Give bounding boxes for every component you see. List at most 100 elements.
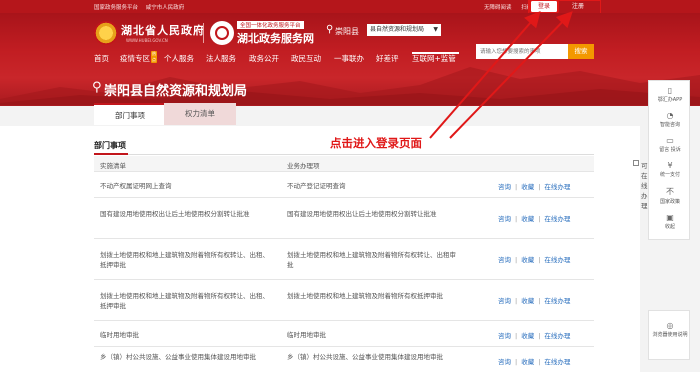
national-policy-label: 国家政策 bbox=[659, 199, 680, 205]
table-row: 不动产权属证明网上查询 不动产登记证明查询 咨询 | 收藏 | 在线办理 bbox=[94, 173, 594, 198]
online-handle-link[interactable]: 在线办理 bbox=[544, 183, 570, 191]
smart-consult-button[interactable]: ◔ 智能咨询 bbox=[649, 111, 691, 128]
browser-guide-label: 浏览器使用说明 bbox=[652, 332, 688, 338]
nav-rating[interactable]: 好差评 bbox=[376, 53, 399, 64]
row-business: 临时用地审批 bbox=[287, 331, 326, 339]
row-actions: 咨询 | 收藏 | 在线办理 bbox=[498, 332, 571, 340]
online-handle-link[interactable]: 在线办理 bbox=[544, 358, 570, 366]
consult-link[interactable]: 咨询 bbox=[498, 256, 511, 264]
policy-icon: 不 bbox=[666, 187, 674, 196]
message-complaint-button[interactable]: ▭ 留言 投诉 bbox=[649, 136, 691, 153]
favorite-link[interactable]: 收藏 bbox=[521, 358, 534, 366]
search-button[interactable]: 搜索 bbox=[568, 44, 594, 59]
table-row: 临时用地审批 临时用地审批 咨询 | 收藏 | 在线办理 bbox=[94, 322, 594, 347]
app-download-button[interactable]: ▯ 鄂汇办APP bbox=[649, 86, 691, 103]
page-title: 崇阳县自然资源和规划局 bbox=[104, 84, 248, 99]
browser-guide-button[interactable]: ◎ 浏览器使用说明 bbox=[649, 321, 691, 338]
phone-icon: ▯ bbox=[667, 86, 673, 95]
row-business: 划拨土地使用权和地上建筑物及附着物所有权抵押审批 bbox=[287, 292, 443, 300]
nav-home[interactable]: 首页 bbox=[94, 53, 109, 64]
smart-consult-label: 智能咨询 bbox=[659, 122, 680, 128]
table-row: 乡（镇）村公共设施、公益事业使用集体建设用地审批 乡（镇）村公共设施、公益事业使… bbox=[94, 348, 594, 372]
hubei-service-title[interactable]: 湖北政务服务网 bbox=[237, 30, 314, 46]
row-implementation: 乡（镇）村公共设施、公益事业使用集体建设用地审批 bbox=[100, 353, 256, 361]
nav-personal[interactable]: 个人服务 bbox=[164, 53, 194, 64]
link-xianning-gov[interactable]: 咸宁市人民政府 bbox=[146, 5, 185, 11]
header-divider bbox=[203, 23, 204, 43]
col-business-item: 业务办理项 bbox=[287, 162, 320, 170]
app-download-label: 鄂汇办APP bbox=[657, 97, 683, 103]
row-business: 乡（镇）村公共设施、公益事业使用集体建设用地审批 bbox=[287, 353, 443, 361]
message-complaint-label: 留言 投诉 bbox=[659, 147, 681, 153]
row-implementation: 划拨土地使用权和地上建筑物及附着物所有权转让、出租、抵押审批 bbox=[100, 251, 269, 269]
favorite-link[interactable]: 收藏 bbox=[521, 183, 534, 191]
site2-tagline: 全国一体化政务服务平台 bbox=[237, 21, 304, 29]
headset-icon: ◔ bbox=[666, 111, 674, 120]
online-handle-link[interactable]: 在线办理 bbox=[544, 256, 570, 264]
national-emblem-icon bbox=[94, 21, 118, 45]
link-national-platform[interactable]: 国家政务服务平台 bbox=[94, 5, 138, 11]
search-input[interactable] bbox=[476, 44, 568, 59]
department-select-value: 县自然资源和规划局 bbox=[370, 26, 425, 33]
row-actions: 咨询 | 收藏 | 在线办理 bbox=[498, 358, 571, 366]
row-implementation: 划拨土地使用权和地上建筑物及附着物所有权转让、出租、抵押审批 bbox=[100, 292, 269, 310]
unified-payment-label: 统一支付 bbox=[659, 172, 680, 178]
consult-link[interactable]: 咨询 bbox=[498, 358, 511, 366]
online-handle-link[interactable]: 在线办理 bbox=[544, 297, 570, 305]
nav-one-stop[interactable]: 一事联办 bbox=[334, 53, 364, 64]
online-handle-link[interactable]: 在线办理 bbox=[544, 332, 570, 340]
row-implementation: 临时用地审批 bbox=[100, 331, 139, 339]
nav-interaction[interactable]: 政民互动 bbox=[291, 53, 321, 64]
county-name[interactable]: 崇阳县 bbox=[335, 26, 359, 37]
consult-link[interactable]: 咨询 bbox=[498, 183, 511, 191]
location-pin-icon: ⚲ bbox=[92, 80, 102, 95]
consult-link[interactable]: 咨询 bbox=[498, 215, 511, 223]
consult-link[interactable]: 咨询 bbox=[498, 332, 511, 340]
row-business: 划拨土地使用权和地上建筑物及附着物所有权转让、出租审批 bbox=[287, 251, 456, 269]
national-policy-button[interactable]: 不 国家政策 bbox=[649, 186, 691, 205]
main-content: 部门事项 点击进入登录页面 实施清单 业务办理项 可在线办理 不动产权属证明网上… bbox=[0, 126, 648, 372]
row-actions: 咨询 | 收藏 | 在线办理 bbox=[498, 256, 571, 264]
nav-corporate[interactable]: 法人服务 bbox=[206, 53, 236, 64]
row-implementation: 国有建设用地使用权出让后土地使用权分割转让批准 bbox=[100, 210, 250, 218]
favorite-link[interactable]: 收藏 bbox=[521, 297, 534, 305]
nav-supervision[interactable]: 互联网+监管 bbox=[412, 53, 456, 64]
unified-payment-button[interactable]: ¥ 统一支付 bbox=[649, 161, 691, 178]
department-select[interactable]: 县自然资源和规划局 ▼ bbox=[367, 24, 441, 36]
row-business: 国有建设用地使用权出让后土地使用权分割转让批准 bbox=[287, 210, 437, 218]
row-actions: 咨询 | 收藏 | 在线办理 bbox=[498, 183, 571, 191]
favorite-link[interactable]: 收藏 bbox=[521, 215, 534, 223]
nav-gov-open[interactable]: 政务公开 bbox=[249, 53, 279, 64]
consult-link[interactable]: 咨询 bbox=[498, 297, 511, 305]
table-row: 划拨土地使用权和地上建筑物及附着物所有权转让、出租、抵押审批 划拨土地使用权和地… bbox=[94, 240, 594, 280]
nav-epidemic[interactable]: 疫情专区 bbox=[120, 53, 150, 64]
nav-active-underline bbox=[412, 52, 459, 54]
tab-department-items[interactable]: 部门事项 bbox=[94, 103, 166, 125]
online-checkbox[interactable] bbox=[633, 160, 639, 166]
hubei-gov-url: WWW.HUBEI.GOV.CN bbox=[126, 38, 168, 43]
row-actions: 咨询 | 收藏 | 在线办理 bbox=[498, 215, 571, 223]
row-business: 不动产登记证明查询 bbox=[287, 182, 346, 190]
hubei-gov-title[interactable]: 湖北省人民政府 bbox=[121, 22, 205, 38]
accessibility-link[interactable]: 无障碍阅读 bbox=[484, 5, 512, 11]
collapse-icon: ▣ bbox=[666, 213, 674, 222]
location-pin-icon: ⚲ bbox=[326, 24, 334, 35]
section-rule bbox=[94, 154, 594, 155]
browser-guide-panel[interactable]: ◎ 浏览器使用说明 bbox=[648, 310, 690, 360]
favorite-link[interactable]: 收藏 bbox=[521, 256, 534, 264]
online-handle-link[interactable]: 在线办理 bbox=[544, 215, 570, 223]
chevron-down-icon: ▼ bbox=[433, 26, 438, 33]
section-title: 部门事项 bbox=[94, 141, 126, 150]
online-checkbox-label: 可在线办理 bbox=[641, 162, 648, 210]
annotation-text: 点击进入登录页面 bbox=[330, 136, 422, 150]
row-actions: 咨询 | 收藏 | 在线办理 bbox=[498, 297, 571, 305]
collapse-button[interactable]: ▣ 收起 bbox=[649, 213, 691, 230]
favorite-link[interactable]: 收藏 bbox=[521, 332, 534, 340]
col-implementation-list: 实施清单 bbox=[100, 162, 126, 170]
row-implementation: 不动产权属证明网上查询 bbox=[100, 182, 172, 190]
collapse-label: 收起 bbox=[664, 224, 675, 230]
tab-power-list[interactable]: 权力清单 bbox=[164, 103, 236, 125]
section-underline bbox=[94, 153, 128, 155]
table-row: 划拨土地使用权和地上建筑物及附着物所有权转让、出租、抵押审批 划拨土地使用权和地… bbox=[94, 281, 594, 321]
table-row: 国有建设用地使用权出让后土地使用权分割转让批准 国有建设用地使用权出让后土地使用… bbox=[94, 199, 594, 239]
